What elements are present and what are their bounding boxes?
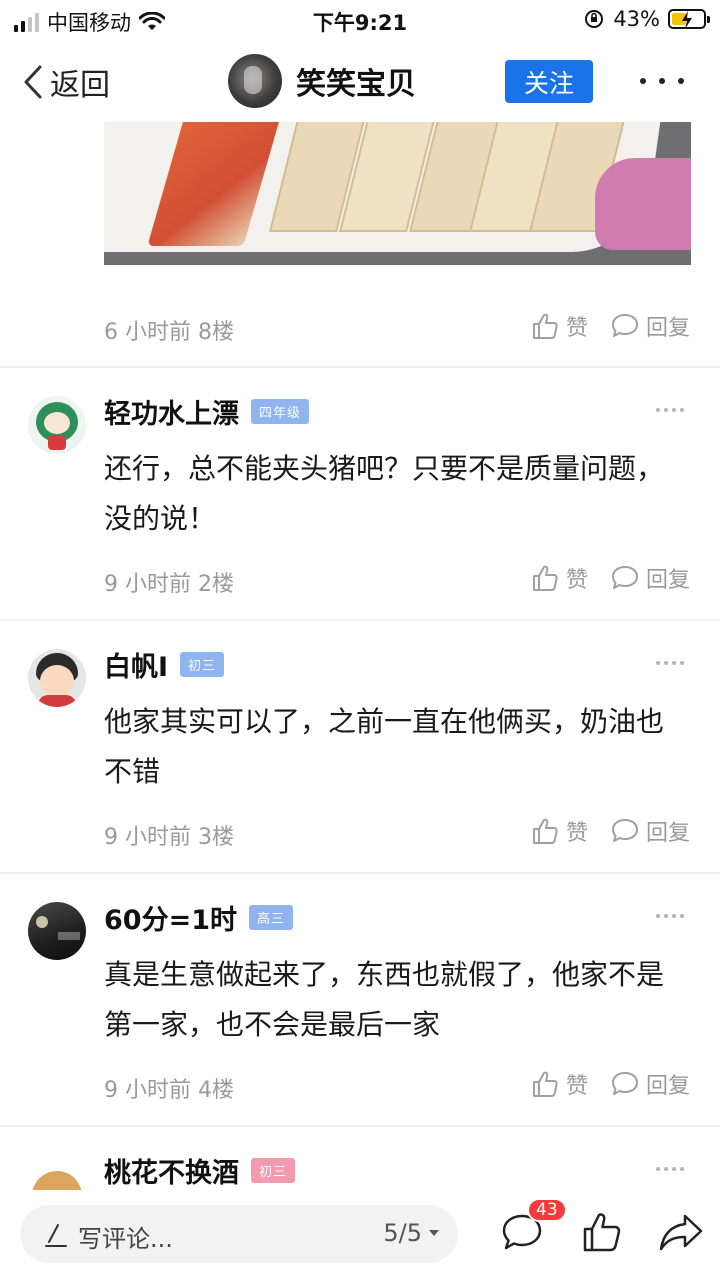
- comment-item: 白帆I 初三 他家其实可以了，之前一直在他俩买，奶油也不错 9 小时前 3楼 赞…: [0, 621, 720, 873]
- back-button[interactable]: 返回: [22, 60, 110, 104]
- commenter-avatar[interactable]: [28, 649, 86, 707]
- thumbs-up-icon[interactable]: [580, 1210, 624, 1254]
- commenter-name[interactable]: 桃花不换酒: [104, 1151, 239, 1190]
- chevron-left-icon: [24, 65, 42, 99]
- thread-content[interactable]: 6 小时前 8楼 赞 回复 轻功水上漂 四年级 还行，总不能夹头猪吧？只要不是质…: [0, 122, 720, 1190]
- like-button[interactable]: 赞: [530, 1068, 588, 1100]
- comment-actions: 赞 回复: [530, 562, 690, 594]
- level-badge: 高三: [248, 905, 293, 930]
- commenter-avatar[interactable]: [28, 902, 86, 960]
- comment-input[interactable]: 写评论... 5/5: [20, 1205, 458, 1263]
- level-badge: 初三: [180, 652, 225, 677]
- follow-button[interactable]: 关注: [505, 60, 593, 103]
- comment-meta: 9 小时前 2楼: [104, 572, 234, 597]
- reply-button[interactable]: 回复: [610, 562, 690, 594]
- thumbs-up-icon: [532, 818, 558, 844]
- back-label: 返回: [50, 68, 110, 103]
- reply-label: 回复: [645, 568, 690, 593]
- commenter-avatar[interactable]: [28, 396, 86, 454]
- commenter-header: 60分=1时 高三: [104, 898, 293, 937]
- battery-icon: [668, 9, 710, 29]
- reply-button[interactable]: 回复: [610, 815, 690, 847]
- commenter-name[interactable]: 白帆I: [104, 645, 168, 684]
- like-label: 赞: [565, 1074, 588, 1099]
- commenter-header: 轻功水上漂 四年级: [104, 392, 310, 431]
- like-button[interactable]: 赞: [530, 815, 588, 847]
- orientation-lock-icon: [585, 10, 604, 28]
- commenter-header: 桃花不换酒 初三: [104, 1151, 296, 1190]
- comment-actions: 赞 回复: [530, 1068, 690, 1100]
- author-avatar[interactable]: [228, 54, 282, 108]
- comment-text: 还行，总不能夹头猪吧？只要不是质量问题，没的说！: [104, 452, 665, 535]
- comment-more-button[interactable]: [656, 1167, 684, 1175]
- reply-button[interactable]: 回复: [610, 310, 690, 342]
- author-name[interactable]: 笑笑宝贝: [296, 59, 416, 103]
- reply-label: 回复: [645, 1074, 690, 1099]
- comment-count-badge: 43: [527, 1198, 567, 1222]
- author-header[interactable]: 笑笑宝贝: [228, 54, 416, 108]
- thumbs-up-icon: [532, 313, 558, 339]
- comment-bubble-icon: [611, 1072, 638, 1095]
- page-indicator: 5/5: [383, 1219, 422, 1247]
- reply-label: 回复: [645, 316, 690, 341]
- pencil-icon: [45, 1224, 67, 1247]
- comment-meta: 9 小时前 4楼: [104, 1078, 234, 1103]
- comment-input-placeholder: 写评论...: [78, 1225, 173, 1253]
- like-button[interactable]: 赞: [530, 562, 588, 594]
- comment-meta: 9 小时前 3楼: [104, 825, 234, 850]
- status-right: 43%: [583, 7, 710, 31]
- status-bar: 中国移动 下午9:21 43%: [0, 0, 720, 40]
- comment-actions: 赞 回复: [530, 815, 690, 847]
- reply-label: 回复: [645, 821, 690, 846]
- comment-text: 真是生意做起来了，东西也就假了，他家不是第一家，也不会是最后一家: [104, 958, 665, 1041]
- thumbs-up-icon: [532, 1071, 558, 1097]
- comment-bubble-icon: [611, 314, 638, 337]
- level-badge: 四年级: [251, 399, 310, 424]
- commenter-name[interactable]: 60分=1时: [104, 898, 237, 937]
- like-label: 赞: [565, 821, 588, 846]
- post-photo[interactable]: [104, 122, 691, 265]
- thumbs-up-icon: [532, 565, 558, 591]
- comment-more-button[interactable]: [656, 408, 684, 416]
- comment-text: 他家其实可以了，之前一直在他俩买，奶油也不错: [104, 705, 665, 788]
- bottom-bar: 写评论... 5/5 43: [0, 1190, 720, 1280]
- commenter-header: 白帆I 初三: [104, 645, 225, 684]
- page-selector[interactable]: 5/5: [383, 1219, 440, 1247]
- commenter-avatar[interactable]: [28, 1155, 86, 1190]
- post-meta: 6 小时前 8楼: [104, 320, 234, 345]
- comment-item: 轻功水上漂 四年级 还行，总不能夹头猪吧？只要不是质量问题，没的说！ 9 小时前…: [0, 368, 720, 620]
- comment-bubble-icon: [611, 819, 638, 842]
- like-label: 赞: [565, 568, 588, 593]
- level-badge: 初三: [251, 1158, 296, 1183]
- comment-more-button[interactable]: [656, 914, 684, 922]
- post-actions: 赞 回复: [530, 310, 690, 342]
- battery-percent: 43%: [613, 7, 660, 31]
- comment-item: 桃花不换酒 初三: [0, 1127, 720, 1190]
- reply-button[interactable]: 回复: [610, 1068, 690, 1100]
- share-icon[interactable]: [658, 1210, 704, 1254]
- caret-down-icon: [429, 1230, 439, 1236]
- comment-more-button[interactable]: [656, 661, 684, 669]
- nav-bar: 返回 笑笑宝贝 关注: [0, 40, 720, 122]
- commenter-name[interactable]: 轻功水上漂: [104, 392, 239, 431]
- comment-bubble-icon: [611, 566, 638, 589]
- like-button[interactable]: 赞: [530, 310, 588, 342]
- comment-item: 60分=1时 高三 真是生意做起来了，东西也就假了，他家不是第一家，也不会是最后…: [0, 874, 720, 1126]
- like-label: 赞: [565, 316, 588, 341]
- more-options-button[interactable]: [640, 66, 684, 96]
